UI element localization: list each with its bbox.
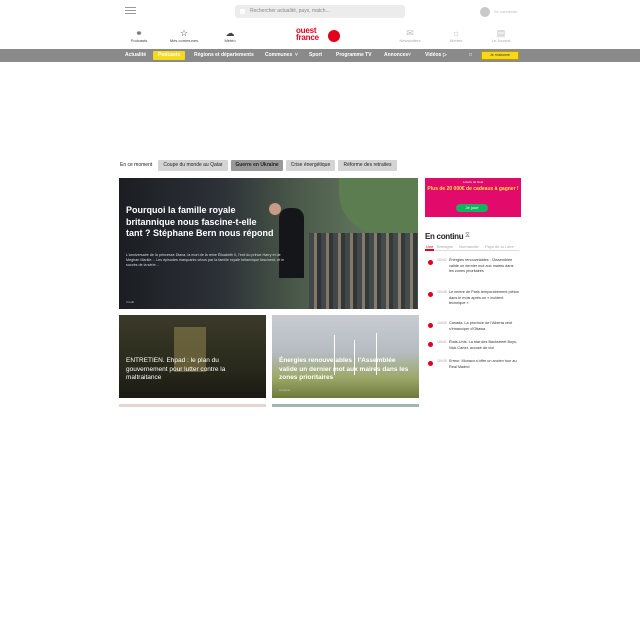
alertes-label: Alertes — [449, 38, 463, 43]
journal-button[interactable]: ▤ Le Journal — [476, 28, 526, 43]
nav-item-regions[interactable]: Régions et départements — [194, 49, 254, 62]
menu-icon[interactable] — [125, 5, 136, 15]
nav-item-podcasts[interactable]: Podcasts — [158, 49, 180, 62]
search-input[interactable]: Rechercher actualité, pays, match... — [235, 5, 405, 18]
ad-line-2: Plus de 20 000€ de cadeaux à gagner ! — [427, 186, 519, 192]
main-nav: Actualité Podcasts Régions et départemen… — [120, 49, 520, 62]
chevron-down-icon: ˅ — [295, 52, 298, 58]
ouest-france-logo[interactable]: ouest france — [296, 27, 344, 45]
advertisement-banner[interactable]: Loterie de Noël Plus de 20 000€ de cadea… — [425, 178, 521, 217]
mail-icon: ✉ — [406, 28, 414, 38]
bookmark-icon[interactable]: □ — [469, 49, 472, 62]
bullet-icon — [428, 342, 433, 347]
list-item-time: 16h41 — [437, 340, 447, 344]
list-item-time: 16h52 — [437, 258, 447, 262]
bullet-icon — [428, 292, 433, 297]
hero-image[interactable] — [119, 178, 418, 309]
card-credit: Contenu — [279, 388, 291, 392]
trending-pill-qatar[interactable]: Coupe du monde au Qatar — [158, 160, 228, 171]
list-item-time: 16h45 — [437, 321, 447, 325]
nav-item-communes[interactable]: Communes — [265, 49, 292, 62]
bullet-icon — [428, 323, 433, 328]
newspaper-icon: ▤ — [496, 28, 506, 38]
tab-pays-de-la-loire[interactable]: Pays de la Loire — [485, 244, 514, 249]
nav-item-sport[interactable]: Sport — [309, 49, 322, 62]
list-item[interactable]: 16h52 Énergies renouvelables : l'Assembl… — [426, 258, 520, 284]
newsletters-button[interactable]: ✉ Newsletters — [385, 28, 435, 43]
article-card[interactable]: ENTRETIEN. Ehpad : le plan du gouverneme… — [119, 315, 266, 398]
chevron-down-icon: ˅ — [408, 52, 411, 58]
headphones-icon: ⚭ — [135, 28, 143, 38]
list-item[interactable]: 16h45 Canada. La province de l'Alberta v… — [426, 321, 520, 337]
podcasts-label: Podcasts — [130, 38, 148, 43]
list-item[interactable]: 16h38 Erreur. Monaco s'offre un ancien t… — [426, 359, 520, 375]
card-title[interactable]: ENTRETIEN. Ehpad : le plan du gouverneme… — [126, 357, 259, 383]
tab-normandie[interactable]: Normandie — [459, 244, 479, 249]
nav-item-videos[interactable]: Vidéos — [425, 49, 441, 62]
article-card[interactable]: Énergies renouvelables : l'Assemblée val… — [272, 315, 419, 398]
account-label[interactable]: Se connecter — [494, 9, 518, 14]
logo-emblem — [328, 30, 340, 42]
search-icon — [240, 9, 245, 14]
meteo-button[interactable]: ☁ Météo — [205, 28, 255, 43]
list-item-text[interactable]: Énergies renouvelables : l'Assemblée val… — [449, 258, 519, 275]
play-icon: ▷ — [443, 52, 447, 58]
ad-line-1: Loterie de Noël — [462, 180, 484, 184]
nav-item-programme-tv[interactable]: Programme TV — [336, 49, 372, 62]
list-item-text[interactable]: Erreur. Monaco s'offre un ancien tour au… — [449, 359, 519, 370]
article-thumbnail-strip[interactable] — [119, 404, 266, 407]
meteo-label: Météo — [224, 38, 236, 43]
list-item[interactable]: 16h48 Le centre de Paris temporairement … — [426, 290, 520, 316]
list-item-text[interactable]: Le centre de Paris temporairement piéton… — [449, 290, 519, 307]
bell-icon: ☼ — [451, 28, 461, 38]
mes-communes-label: Mes communes — [169, 38, 199, 43]
tab-active-indicator — [425, 249, 434, 251]
logo-wordmark: ouest france — [296, 27, 319, 42]
trending-label: En ce moment — [120, 162, 153, 168]
list-item-time: 16h38 — [437, 359, 447, 363]
newsletters-label: Newsletters — [399, 38, 421, 43]
alertes-button[interactable]: ☼ Alertes — [431, 28, 481, 43]
podcasts-button[interactable]: ⚭ Podcasts — [114, 28, 164, 43]
list-item-text[interactable]: États-Unis. La star des Backstreet Boys,… — [449, 340, 519, 351]
article-thumbnail-strip[interactable] — [272, 404, 419, 407]
bullet-icon — [428, 260, 433, 265]
ad-play-button[interactable]: Je joue — [456, 204, 488, 212]
journal-label: Le Journal — [491, 38, 511, 43]
star-icon: ☆ — [179, 28, 189, 38]
hero-crowd — [309, 233, 418, 309]
bullet-icon — [428, 361, 433, 366]
list-item-time: 16h48 — [437, 290, 447, 294]
hero-title[interactable]: Pourquoi la famille royale britannique n… — [126, 205, 274, 240]
live-feed-icon: ⧖ — [465, 232, 470, 239]
list-item-text[interactable]: Canada. La province de l'Alberta veut s'… — [449, 321, 519, 332]
trending-pill-energie[interactable]: Crise énergétique — [286, 160, 335, 171]
trending-pill-retraites[interactable]: Réforme des retraites — [338, 160, 397, 171]
en-continu-title: En continu — [425, 232, 464, 241]
hero-summary: L'anniversaire de la princesse Diana, la… — [126, 253, 285, 267]
logo-line-2: france — [296, 33, 319, 42]
mes-communes-button[interactable]: ☆ Mes communes — [159, 28, 209, 43]
cloud-sun-icon: ☁ — [225, 28, 235, 38]
tab-divider — [425, 250, 519, 251]
tab-bretagne[interactable]: Bretagne — [437, 244, 453, 249]
search-placeholder: Rechercher actualité, pays, match... — [250, 8, 330, 14]
trending-pill-ukraine[interactable]: Guerre en Ukraine — [231, 160, 283, 171]
nav-item-annonces[interactable]: Annonces — [384, 49, 408, 62]
subscribe-button[interactable]: Je m'abonne — [481, 51, 519, 60]
account-icon[interactable] — [480, 7, 490, 17]
list-item[interactable]: 16h41 États-Unis. La star des Backstreet… — [426, 340, 520, 356]
hero-credit: Crédit — [126, 300, 135, 304]
nav-item-actualite[interactable]: Actualité — [125, 49, 146, 62]
hero-trees — [339, 178, 418, 233]
card-title[interactable]: Énergies renouvelables : l'Assemblée val… — [279, 357, 412, 383]
